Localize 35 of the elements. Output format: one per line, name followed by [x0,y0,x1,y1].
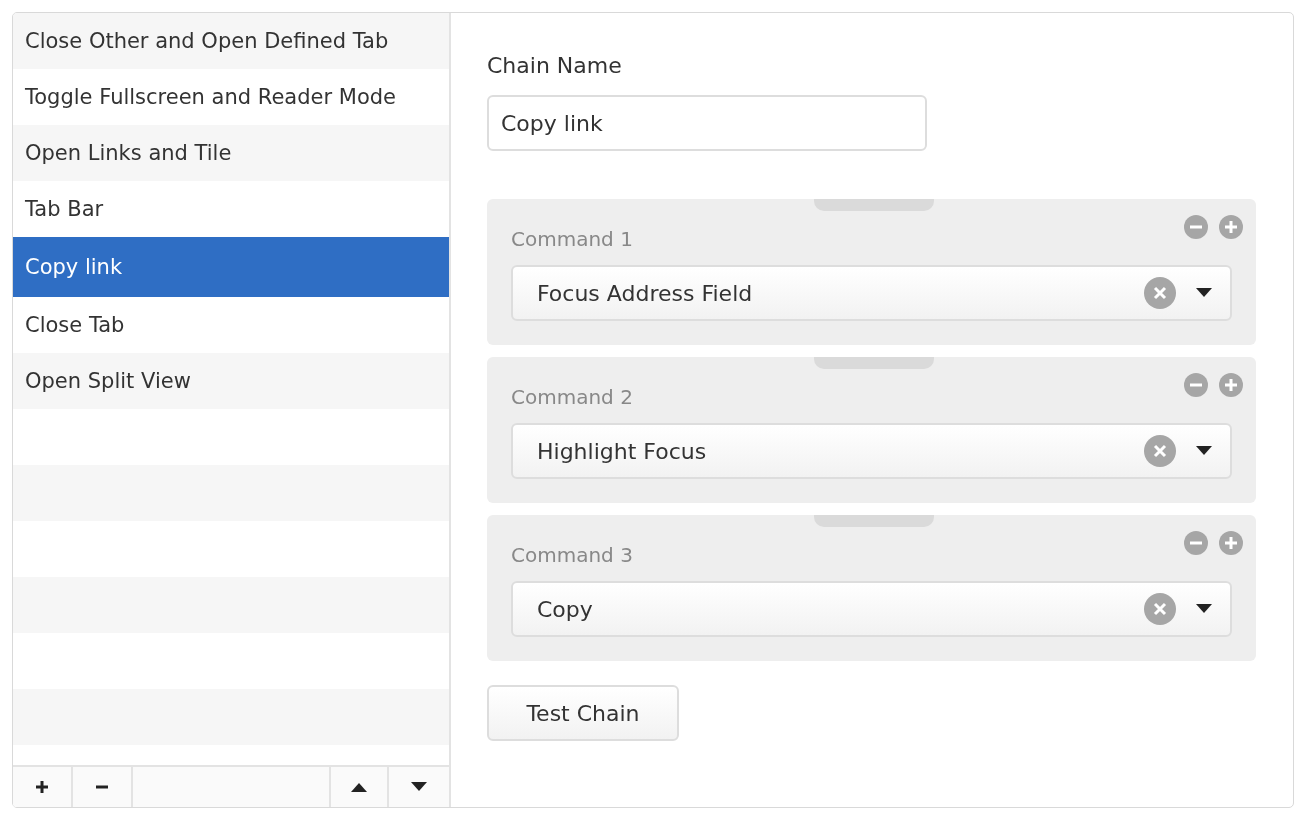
drag-handle[interactable] [814,515,934,527]
add-command-icon[interactable] [1218,214,1244,240]
triangle-up-icon [351,782,367,792]
chain-list-item[interactable]: Tab Bar [13,181,449,237]
test-chain-button[interactable]: Test Chain [487,685,679,741]
command-label: Command 2 [511,385,633,409]
command-dropdown[interactable]: Copy [511,581,1232,637]
remove-command-icon[interactable] [1183,372,1209,398]
clear-icon[interactable] [1144,277,1176,309]
remove-command-icon[interactable] [1183,530,1209,556]
triangle-down-icon [411,782,427,792]
caret-icon [1196,446,1212,456]
clear-icon[interactable] [1144,435,1176,467]
chain-name-field[interactable]: Copy link [487,95,927,151]
plus-icon [34,779,50,795]
clear-icon[interactable] [1144,593,1176,625]
add-command-icon[interactable] [1218,372,1244,398]
caret-icon [1196,604,1212,614]
drag-handle[interactable] [814,199,934,211]
chain-list-item[interactable]: Open Split View [13,353,449,409]
command-label: Command 1 [511,227,633,251]
add-button[interactable] [13,767,73,807]
add-command-icon[interactable] [1218,530,1244,556]
remove-command-icon[interactable] [1183,214,1209,240]
command-dropdown[interactable]: Highlight Focus [511,423,1232,479]
command-dropdown[interactable]: Focus Address Field [511,265,1232,321]
drag-handle[interactable] [814,357,934,369]
chain-list-item[interactable]: Toggle Fullscreen and Reader Mode [13,69,449,125]
command-label: Command 3 [511,543,633,567]
chain-list-item[interactable]: Open Links and Tile [13,125,449,181]
caret-icon [1196,288,1212,298]
chain-list-item[interactable]: Close Tab [13,297,449,353]
chain-list-item[interactable]: Copy link [13,237,449,297]
chain-name-label: Chain Name [487,53,623,80]
chain-list-item[interactable]: Close Other and Open Defined Tab [13,13,449,69]
